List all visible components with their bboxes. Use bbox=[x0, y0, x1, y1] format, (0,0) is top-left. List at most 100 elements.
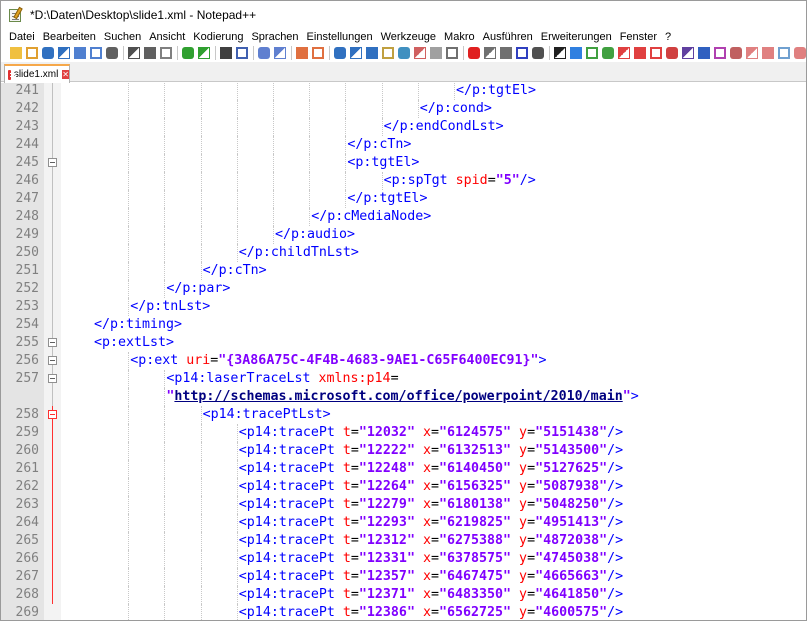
code-line[interactable]: 261 <p14:tracePt t="12248" x="6140450" y=… bbox=[1, 460, 806, 478]
code-line[interactable]: 255 <p:extLst> bbox=[1, 334, 806, 352]
plugin-icon-14[interactable] bbox=[762, 47, 774, 59]
close-all-icon[interactable] bbox=[90, 47, 102, 59]
record-macro-icon[interactable] bbox=[468, 47, 480, 59]
indent-guide-icon[interactable] bbox=[366, 47, 378, 59]
folder-workspace-icon[interactable] bbox=[430, 47, 442, 59]
menu-item-datei[interactable]: Datei bbox=[5, 31, 39, 43]
menu-item-werkzeuge[interactable]: Werkzeuge bbox=[377, 31, 440, 43]
sync-horizontal-icon[interactable] bbox=[312, 47, 324, 59]
print-icon[interactable] bbox=[106, 47, 118, 59]
code-line[interactable]: 267 <p14:tracePt t="12357" x="6467475" y=… bbox=[1, 568, 806, 586]
plugin-icon-6[interactable] bbox=[634, 47, 646, 59]
zoom-in-icon[interactable] bbox=[258, 47, 270, 59]
code-line[interactable]: 265 <p14:tracePt t="12312" x="6275388" y=… bbox=[1, 532, 806, 550]
code-line[interactable]: 258 <p14:tracePtLst> bbox=[1, 406, 806, 424]
menu-item-ausführen[interactable]: Ausführen bbox=[479, 31, 537, 43]
code-line[interactable]: 263 <p14:tracePt t="12279" x="6180138" y=… bbox=[1, 496, 806, 514]
plugin-icon-11[interactable] bbox=[714, 47, 726, 59]
monitor-icon[interactable] bbox=[446, 47, 458, 59]
code-line[interactable]: 242 </p:cond> bbox=[1, 100, 806, 118]
plugin-icon-12[interactable] bbox=[730, 47, 742, 59]
code-line[interactable]: 251 </p:cTn> bbox=[1, 262, 806, 280]
menu-item-ansicht[interactable]: Ansicht bbox=[145, 31, 189, 43]
zoom-out-icon[interactable] bbox=[274, 47, 286, 59]
save-icon[interactable] bbox=[42, 47, 54, 59]
code-line[interactable]: 254 </p:timing> bbox=[1, 316, 806, 334]
indent-guide bbox=[273, 100, 274, 118]
user-language-icon[interactable] bbox=[382, 47, 394, 59]
stop-macro-icon[interactable] bbox=[484, 47, 496, 59]
menu-item-sprachen[interactable]: Sprachen bbox=[247, 31, 302, 43]
code-line[interactable]: 253 </p:tnLst> bbox=[1, 298, 806, 316]
code-line[interactable]: 269 <p14:tracePt t="12386" x="6562725" y=… bbox=[1, 604, 806, 620]
token-val: "6132513" bbox=[438, 443, 512, 458]
plugin-icon-10[interactable] bbox=[698, 47, 710, 59]
save-all-icon[interactable] bbox=[58, 47, 70, 59]
code-line[interactable]: 256 <p:ext uri="{3A86A75C-4F4B-4683-9AE1-… bbox=[1, 352, 806, 370]
plugin-icon-13[interactable] bbox=[746, 47, 758, 59]
play-macro-icon[interactable] bbox=[500, 47, 512, 59]
menu-item-fenster[interactable]: Fenster bbox=[616, 31, 661, 43]
menu-item-einstellungen[interactable]: Einstellungen bbox=[303, 31, 377, 43]
menu-item-makro[interactable]: Makro bbox=[440, 31, 479, 43]
token-url[interactable]: http://schemas.microsoft.com/office/powe… bbox=[174, 389, 622, 404]
show-all-chars-icon[interactable] bbox=[350, 47, 362, 59]
copy-icon[interactable] bbox=[144, 47, 156, 59]
code-line[interactable]: 259 <p14:tracePt t="12032" x="6124575" y=… bbox=[1, 424, 806, 442]
replace-icon[interactable] bbox=[236, 47, 248, 59]
find-icon[interactable] bbox=[220, 47, 232, 59]
code-text: </p:tnLst> bbox=[130, 298, 210, 316]
tab-close-icon[interactable]: ✕ bbox=[62, 70, 69, 79]
menu-item-bearbeiten[interactable]: Bearbeiten bbox=[39, 31, 100, 43]
plugin-icon-1[interactable] bbox=[554, 47, 566, 59]
doc-map-icon[interactable] bbox=[398, 47, 410, 59]
menu-item-help[interactable]: ? bbox=[661, 31, 675, 43]
code-line[interactable]: 248 </p:cMediaNode> bbox=[1, 208, 806, 226]
plugin-icon-2[interactable] bbox=[570, 47, 582, 59]
function-list-icon[interactable] bbox=[414, 47, 426, 59]
plugin-icon-16[interactable] bbox=[794, 47, 806, 59]
code-line[interactable]: 257 <p14:laserTraceLst xmlns:p14= bbox=[1, 370, 806, 388]
menu-item-kodierung[interactable]: Kodierung bbox=[189, 31, 247, 43]
run-macro-multiple-icon[interactable] bbox=[516, 47, 528, 59]
code-line[interactable]: 243 </p:endCondLst> bbox=[1, 118, 806, 136]
sync-vertical-icon[interactable] bbox=[296, 47, 308, 59]
open-file-icon[interactable] bbox=[26, 47, 38, 59]
word-wrap-icon[interactable] bbox=[334, 47, 346, 59]
close-icon[interactable] bbox=[74, 47, 86, 59]
cut-icon[interactable] bbox=[128, 47, 140, 59]
code-line[interactable]: 250 </p:childTnLst> bbox=[1, 244, 806, 262]
menu-item-suchen[interactable]: Suchen bbox=[100, 31, 145, 43]
code-line[interactable]: "http://schemas.microsoft.com/office/pow… bbox=[1, 388, 806, 406]
redo-icon[interactable] bbox=[198, 47, 210, 59]
plugin-icon-15[interactable] bbox=[778, 47, 790, 59]
undo-icon[interactable] bbox=[182, 47, 194, 59]
code-line[interactable]: 266 <p14:tracePt t="12331" x="6378575" y=… bbox=[1, 550, 806, 568]
code-line[interactable]: 262 <p14:tracePt t="12264" x="6156325" y=… bbox=[1, 478, 806, 496]
plugin-icon-7[interactable] bbox=[650, 47, 662, 59]
code-line[interactable]: 247 </p:tgtEl> bbox=[1, 190, 806, 208]
code-editor[interactable]: 241 </p:tgtEl> 242 </p:cond> 243 </p:endCondL… bbox=[1, 83, 806, 620]
new-file-icon[interactable] bbox=[10, 47, 22, 59]
code-line[interactable]: 244 </p:cTn> bbox=[1, 136, 806, 154]
code-line[interactable]: 246 <p:spTgt spid="5"/> bbox=[1, 172, 806, 190]
plugin-icon-9[interactable] bbox=[682, 47, 694, 59]
code-line[interactable]: 249 </p:audio> bbox=[1, 226, 806, 244]
indent-guide bbox=[454, 83, 455, 100]
paste-icon[interactable] bbox=[160, 47, 172, 59]
save-macro-icon[interactable] bbox=[532, 47, 544, 59]
menu-item-erweiterungen[interactable]: Erweiterungen bbox=[537, 31, 616, 43]
code-text: <p14:tracePt t="12357" x="6467475" y="46… bbox=[239, 568, 623, 586]
code-line[interactable]: 241 </p:tgtEl> bbox=[1, 83, 806, 100]
tab-slide1-xml[interactable]: slide1.xml ✕ bbox=[4, 64, 70, 83]
plugin-icon-3[interactable] bbox=[586, 47, 598, 59]
code-line[interactable]: 268 <p14:tracePt t="12371" x="6483350" y=… bbox=[1, 586, 806, 604]
code-line[interactable]: 260 <p14:tracePt t="12222" x="6132513" y=… bbox=[1, 442, 806, 460]
plugin-icon-8[interactable] bbox=[666, 47, 678, 59]
code-line[interactable]: 245 <p:tgtEl> bbox=[1, 154, 806, 172]
line-number: 262 bbox=[15, 479, 39, 494]
plugin-icon-5[interactable] bbox=[618, 47, 630, 59]
plugin-icon-4[interactable] bbox=[602, 47, 614, 59]
code-line[interactable]: 264 <p14:tracePt t="12293" x="6219825" y=… bbox=[1, 514, 806, 532]
code-line[interactable]: 252 </p:par> bbox=[1, 280, 806, 298]
